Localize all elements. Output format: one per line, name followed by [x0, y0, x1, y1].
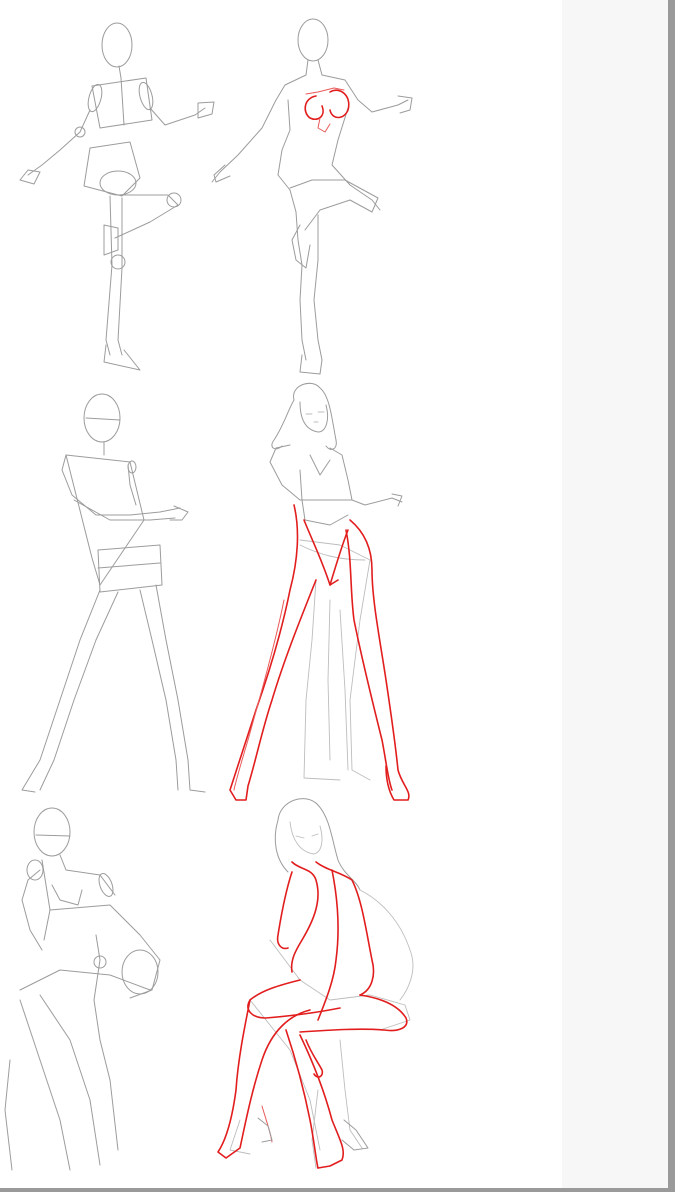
figure-dress-pose-2 — [229, 382, 410, 801]
sketch-artwork — [4, 18, 414, 1171]
mannequin-pose-2 — [21, 393, 206, 793]
mannequin-pose-3 — [4, 807, 161, 1171]
horizontal-scrollbar[interactable] — [0, 1188, 675, 1192]
figure-seated-pose-3 — [217, 798, 414, 1169]
vertical-scrollbar[interactable] — [668, 0, 675, 1192]
figure-outline-pose-1 — [211, 18, 413, 375]
drawing-canvas — [0, 0, 562, 1188]
side-panel — [562, 0, 668, 1188]
mannequin-pose-1 — [19, 22, 215, 371]
